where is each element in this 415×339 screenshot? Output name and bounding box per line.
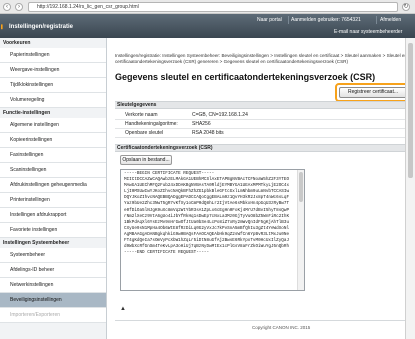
info-row-name: Verkorte naam C=GB, CN=192.168.1.24 <box>115 111 409 120</box>
sidebar-item-display[interactable]: Weergave-instellingen <box>0 63 106 78</box>
sidebar-item-copy[interactable]: Kopieerinstellingen <box>0 133 106 148</box>
back-to-top-icon[interactable]: ▲ <box>120 306 126 312</box>
csr-section-header: Certificaatondertekeningsverzoek (CSR) <box>115 144 409 152</box>
copyright-text: Copyright CANON INC. 2015 <box>252 325 311 330</box>
sidebar-item-volume[interactable]: Volumeregeling <box>0 93 106 108</box>
forward-icon[interactable]: › <box>15 3 23 11</box>
csr-textarea[interactable]: -----BEGIN CERTIFICATE REQUEST----- MIIC… <box>120 169 305 291</box>
csr-scroll-thumb[interactable] <box>299 172 303 202</box>
app-header: Instellingen/registratie Naar portal Aan… <box>0 14 415 38</box>
csr-scrollbar[interactable] <box>297 170 304 290</box>
row-label: Openbare sleutel <box>125 130 164 136</box>
sidebar-item-system[interactable]: Systeembeheer <box>0 248 106 263</box>
row-value: RSA 2048 bits <box>192 130 224 136</box>
sidebar-item-report[interactable]: Instellingen afdrukrapport <box>0 208 106 223</box>
page-scrollbar[interactable] <box>405 38 415 339</box>
sidebar-heading-functions: Functie-instellingen <box>0 108 106 118</box>
sidebar-item-scan[interactable]: Scaninstellingen <box>0 163 106 178</box>
sidebar-heading-system: Instellingen Systeembeheer <box>0 238 106 248</box>
csr-text: -----BEGIN CERTIFICATE REQUEST----- MIIC… <box>124 171 290 256</box>
sidebar-item-general[interactable]: Algemene instellingen <box>0 118 106 133</box>
sidebar: Voorkeuren Papierinstellingen Weergave-i… <box>0 38 107 339</box>
sidebar-item-security[interactable]: Beveiligingsinstellingen <box>0 293 106 308</box>
refresh-icon[interactable]: ↻ <box>402 3 410 11</box>
sidebar-item-favorites[interactable]: Favoriete instellingen <box>0 223 106 238</box>
sidebar-item-printer[interactable]: Printerinstellingen <box>0 193 106 208</box>
page-title: Gegevens sleutel en certificaatonderteke… <box>115 72 376 82</box>
sidebar-item-paper[interactable]: Papierinstellingen <box>0 48 106 63</box>
sidebar-heading-preferences: Voorkeuren <box>0 38 106 48</box>
row-label: Verkorte naam <box>125 112 158 118</box>
save-to-file-button[interactable]: Opslaan in bestand... <box>120 155 172 165</box>
main-content: Instellingen/registratie: Instellingen S… <box>112 38 412 339</box>
sidebar-item-fax[interactable]: Faxinstellingen <box>0 148 106 163</box>
login-user: Aanmelden gebruiker: 7654321 <box>291 17 361 23</box>
back-icon[interactable]: ‹ <box>3 3 11 11</box>
info-row-algorithm: Handtekeningalgoritme: SHA256 <box>115 120 409 129</box>
breadcrumb: Instellingen/registratie: Instellingen S… <box>115 53 408 64</box>
app-title: Instellingen/registratie <box>9 24 74 30</box>
info-row-public-key: Openbare sleutel RSA 2048 bits <box>115 129 409 138</box>
row-value: SHA256 <box>192 121 211 127</box>
key-section-header: Sleutelgegevens <box>115 101 409 109</box>
footer-divider <box>115 320 409 321</box>
address-bar[interactable]: http://192.168.1.24/rs_lic_gen_csr_group… <box>28 2 398 12</box>
sidebar-item-time[interactable]: Tijd/klokinstellingen <box>0 78 106 93</box>
logout-link[interactable]: Afmelden <box>380 17 401 23</box>
row-label: Handtekeningalgoritme: <box>125 121 178 127</box>
sidebar-item-media-print[interactable]: Afdrukinstellingen geheugenmedia <box>0 178 106 193</box>
sidebar-item-network[interactable]: Netwerkinstellingen <box>0 278 106 293</box>
browser-toolbar: ‹ › http://192.168.1.24/rs_lic_gen_csr_g… <box>0 0 415 14</box>
register-certificate-button[interactable]: Registreer certificaat... <box>339 87 407 98</box>
email-admin-link[interactable]: E-mail naar systeembeheerder <box>334 29 402 35</box>
portal-link[interactable]: Naar portal <box>257 17 282 23</box>
divider <box>376 16 377 24</box>
row-value: C=GB, CN=192.168.1.24 <box>192 112 248 118</box>
settings-logo-icon <box>1 24 3 30</box>
sidebar-item-import-export[interactable]: Importeren/Exporteren <box>0 308 106 323</box>
page-scroll-thumb[interactable] <box>408 43 413 178</box>
sidebar-item-dept-id[interactable]: Afdelings-ID beheer <box>0 263 106 278</box>
divider <box>288 16 289 24</box>
